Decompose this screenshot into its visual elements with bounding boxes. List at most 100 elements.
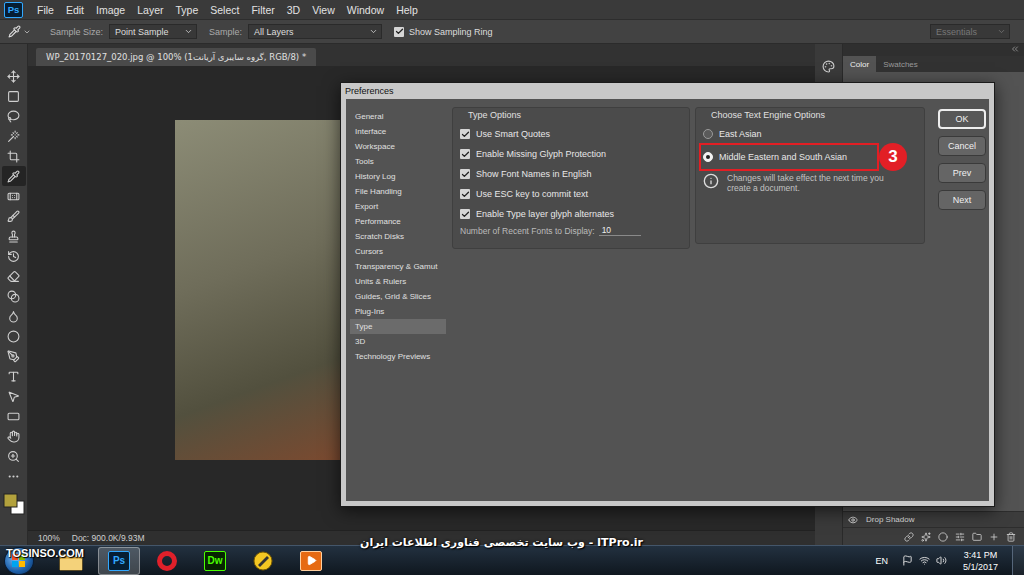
menu-item[interactable]: Type: [169, 4, 204, 16]
checkbox-box[interactable]: [460, 169, 470, 179]
checkbox-row[interactable]: Enable Missing Glyph Protection: [460, 144, 682, 164]
menu-item[interactable]: Image: [90, 4, 131, 16]
panel-tab[interactable]: Color: [843, 56, 876, 72]
checkbox-row[interactable]: Enable Type layer glyph alternates: [460, 204, 682, 224]
layer-effect-row[interactable]: Drop Shadow: [843, 511, 1024, 527]
recent-fonts-field[interactable]: 10: [599, 225, 641, 236]
tool-button[interactable]: [2, 186, 26, 206]
sample-select[interactable]: All Layers: [248, 24, 382, 39]
menu-item[interactable]: Filter: [245, 4, 280, 16]
tool-button[interactable]: [2, 346, 26, 366]
tool-button[interactable]: [2, 406, 26, 426]
section-item[interactable]: Scratch Disks: [350, 229, 446, 244]
effects-icon[interactable]: [921, 532, 931, 542]
color-swatches[interactable]: [2, 492, 26, 516]
checkbox-row[interactable]: Use Smart Quotes: [460, 124, 682, 144]
radio-option[interactable]: East Asian: [703, 124, 875, 144]
checkbox-box[interactable]: [460, 149, 470, 159]
palette-icon[interactable]: [822, 60, 835, 73]
tool-button[interactable]: [2, 326, 26, 346]
section-item[interactable]: Type: [350, 319, 446, 334]
section-item[interactable]: Plug-Ins: [350, 304, 446, 319]
section-item[interactable]: Export: [350, 199, 446, 214]
section-item[interactable]: File Handling: [350, 184, 446, 199]
radio-button[interactable]: [703, 152, 713, 162]
tool-button[interactable]: [2, 166, 26, 186]
action-center-icon[interactable]: [902, 555, 913, 566]
new-layer-icon[interactable]: [989, 532, 999, 542]
section-item[interactable]: Technology Previews: [350, 349, 446, 364]
group-icon[interactable]: [972, 532, 982, 542]
section-item[interactable]: Transparency & Gamut: [350, 259, 446, 274]
network-icon[interactable]: [919, 555, 930, 566]
sampling-ring-checkbox[interactable]: Show Sampling Ring: [394, 27, 493, 37]
eye-icon[interactable]: [848, 515, 858, 525]
section-item[interactable]: Tools: [350, 154, 446, 169]
radio-option[interactable]: Middle Eastern and South Asian3: [703, 147, 875, 167]
panel-collapse-bar[interactable]: [843, 44, 1024, 56]
tool-button[interactable]: [2, 386, 26, 406]
dialog-button[interactable]: Cancel: [938, 136, 986, 156]
taskbar-app[interactable]: [146, 547, 188, 575]
taskbar-app[interactable]: [290, 547, 332, 575]
tool-button[interactable]: [2, 306, 26, 326]
collapse-icon[interactable]: [1010, 44, 1020, 54]
menu-item[interactable]: View: [306, 4, 341, 16]
dialog-button[interactable]: Next: [938, 190, 986, 210]
tool-button[interactable]: [2, 206, 26, 226]
tool-button[interactable]: [2, 286, 26, 306]
color-swatches-icon[interactable]: [2, 492, 26, 516]
tool-button[interactable]: [2, 246, 26, 266]
menu-item[interactable]: Window: [341, 4, 390, 16]
adjustment-layer-icon[interactable]: [955, 532, 965, 542]
section-item[interactable]: Interface: [350, 124, 446, 139]
tool-button[interactable]: [2, 126, 26, 146]
checkbox-row[interactable]: Use ESC key to commit text: [460, 184, 682, 204]
workspace-select[interactable]: Essentials: [930, 24, 1010, 39]
sample-size-select[interactable]: Point Sample: [109, 24, 197, 39]
tool-button[interactable]: [2, 426, 26, 446]
document-tab[interactable]: WP_20170127_020.jpg @ 100% (گروه سایبری …: [36, 48, 316, 66]
radio-button[interactable]: [703, 129, 713, 139]
tool-button[interactable]: [2, 366, 26, 386]
clock[interactable]: 3:41 PM5/1/2017: [953, 549, 1006, 573]
taskbar-app[interactable]: [242, 547, 284, 575]
tool-button[interactable]: [2, 146, 26, 166]
language-indicator[interactable]: EN: [875, 556, 888, 566]
tool-button[interactable]: [2, 66, 26, 86]
volume-icon[interactable]: [936, 555, 947, 566]
checkbox-row[interactable]: Show Font Names in English: [460, 164, 682, 184]
menu-item[interactable]: Select: [204, 4, 245, 16]
tool-button[interactable]: [2, 466, 26, 486]
checkbox-box[interactable]: [460, 209, 470, 219]
menu-item[interactable]: File: [31, 4, 60, 16]
menu-item[interactable]: Edit: [60, 4, 90, 16]
checkbox-box[interactable]: [460, 189, 470, 199]
taskbar-app[interactable]: Ps: [98, 547, 140, 575]
taskbar-app[interactable]: Dw: [194, 547, 236, 575]
checkbox-box[interactable]: [460, 129, 470, 139]
mask-icon[interactable]: [938, 532, 948, 542]
tool-button[interactable]: [2, 226, 26, 246]
show-desktop-button[interactable]: [1012, 546, 1024, 575]
section-item[interactable]: 3D: [350, 334, 446, 349]
menu-item[interactable]: Layer: [131, 4, 169, 16]
section-item[interactable]: General: [350, 109, 446, 124]
section-item[interactable]: Performance: [350, 214, 446, 229]
tool-button[interactable]: [2, 446, 26, 466]
section-item[interactable]: History Log: [350, 169, 446, 184]
panel-tab[interactable]: Swatches: [876, 56, 925, 72]
tool-preset-picker[interactable]: [8, 25, 44, 38]
dialog-button[interactable]: OK: [938, 109, 986, 129]
section-item[interactable]: Workspace: [350, 139, 446, 154]
section-item[interactable]: Cursors: [350, 244, 446, 259]
zoom-level[interactable]: 100%: [38, 533, 60, 543]
trash-icon[interactable]: [1006, 532, 1016, 542]
section-item[interactable]: Guides, Grid & Slices: [350, 289, 446, 304]
tool-button[interactable]: [2, 266, 26, 286]
tool-button[interactable]: [2, 106, 26, 126]
menu-item[interactable]: 3D: [281, 4, 306, 16]
checkbox-box[interactable]: [394, 27, 404, 37]
tool-button[interactable]: [2, 86, 26, 106]
link-icon[interactable]: [904, 532, 914, 542]
